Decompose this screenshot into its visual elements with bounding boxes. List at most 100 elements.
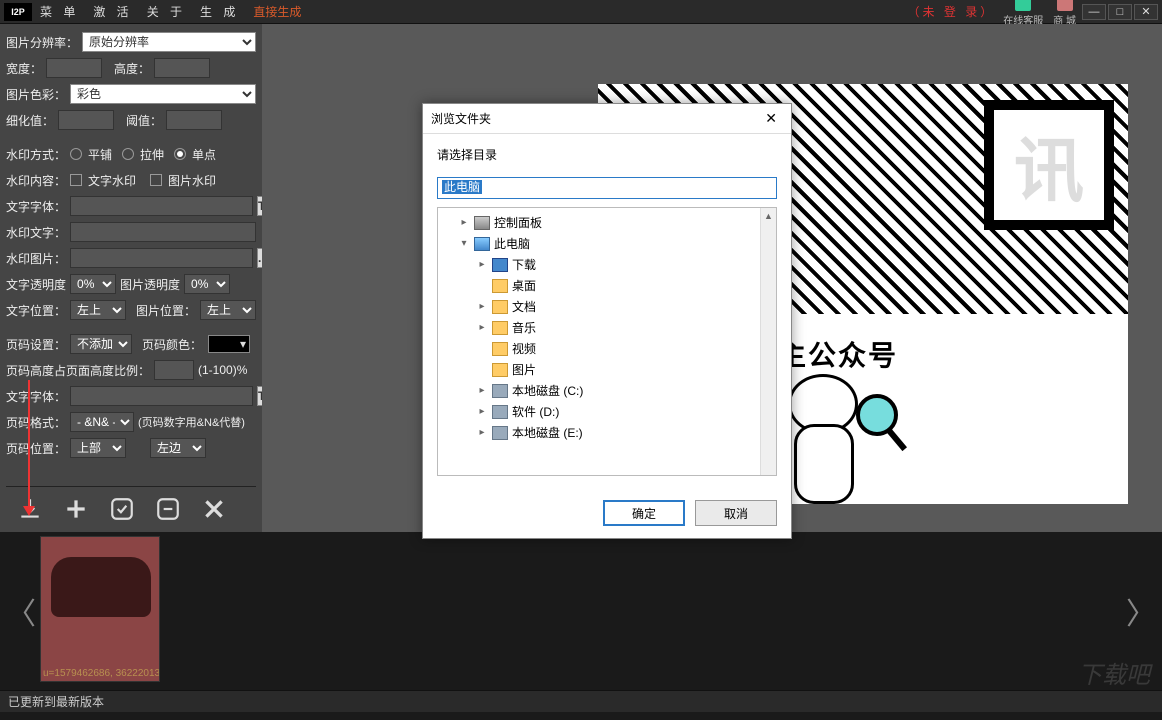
width-label: 宽度： (6, 60, 42, 77)
deselect-button[interactable] (154, 495, 182, 523)
thumbnail-bar: 〈 u=1579462686, 36222013 〉 (0, 532, 1162, 690)
close-button[interactable]: ✕ (1134, 4, 1158, 20)
add-button[interactable] (62, 495, 90, 523)
ok-button[interactable]: 确定 (603, 500, 685, 526)
tree-node[interactable]: ▸控制面板 (440, 212, 774, 233)
folder-icon (492, 300, 508, 314)
folder-tree: ▲ ▸控制面板▾此电脑 ▸ 下载桌面 ▸ 文档 ▸音乐视频图片 ▸ 本地磁盘 (C:) ▸软件 … (437, 207, 777, 476)
folder-icon (492, 405, 508, 419)
annotation-arrow (28, 380, 30, 510)
maximize-button[interactable]: □ (1108, 4, 1132, 20)
pg-font-label: 文字字体： (6, 388, 66, 405)
prev-arrow-icon[interactable]: 〈 (8, 571, 34, 651)
pg-font-input[interactable] (70, 386, 253, 406)
follow-text: 主公众号 (778, 334, 1108, 374)
menu-item[interactable]: 菜 单 (40, 3, 79, 20)
store-icon[interactable]: 商 城 (1053, 0, 1076, 27)
expand-icon[interactable]: ▸ (476, 301, 488, 312)
scroll-up-icon[interactable]: ▲ (761, 208, 776, 224)
menu-item[interactable]: 激 活 (93, 3, 132, 20)
page-set-select[interactable]: 不添加 (70, 334, 132, 354)
menu-direct-generate[interactable]: 直接生成 (253, 3, 301, 20)
statusbar: 已更新到最新版本 (0, 690, 1162, 712)
tree-node[interactable]: ▸软件 (D:) (440, 401, 774, 422)
wm-single-radio[interactable] (174, 148, 186, 160)
delete-button[interactable] (200, 495, 228, 523)
expand-icon[interactable]: ▸ (476, 259, 488, 270)
wm-img-label: 水印图片： (6, 250, 66, 267)
txt-pos-select[interactable]: 左上 (70, 300, 126, 320)
menu-item[interactable]: 生 成 (200, 3, 239, 20)
wm-img-input[interactable] (70, 248, 253, 268)
expand-icon[interactable]: ▸ (476, 385, 488, 396)
wm-tile-radio[interactable] (70, 148, 82, 160)
cancel-button[interactable]: 取消 (695, 500, 777, 526)
wm-stretch-radio[interactable] (122, 148, 134, 160)
tree-node[interactable]: ▸ 文档 (440, 296, 774, 317)
folder-icon (474, 237, 490, 251)
select-all-button[interactable] (108, 495, 136, 523)
expand-icon[interactable]: ▾ (458, 238, 470, 249)
expand-icon[interactable]: ▸ (458, 217, 470, 228)
wm-image-check[interactable] (150, 174, 162, 186)
thumbnail-item[interactable]: u=1579462686, 36222013 (40, 536, 160, 682)
fine-label: 细化值： (6, 112, 54, 129)
tree-node[interactable]: 视频 (440, 338, 774, 359)
dialog-close-icon[interactable]: ✕ (759, 108, 783, 129)
tree-node-label: 本地磁盘 (C:) (512, 382, 583, 399)
thresh-input[interactable] (166, 110, 222, 130)
browse-folder-dialog: 浏览文件夹✕ 请选择目录 此电脑 ▲ ▸控制面板▾此电脑▸下载桌面▸文档▸音乐视… (422, 103, 792, 539)
folder-icon (492, 279, 508, 293)
wm-mode-label: 水印方式： (6, 146, 66, 163)
tree-node-label: 下载 (512, 256, 536, 273)
font-label: 文字字体： (6, 198, 66, 215)
tree-node[interactable]: 桌面 (440, 275, 774, 296)
tree-node[interactable]: ▸ 本地磁盘 (C:) (440, 380, 774, 401)
pg-pos-v-select[interactable]: 上部 (70, 438, 126, 458)
minimize-button[interactable]: — (1082, 4, 1106, 20)
folder-icon (492, 342, 508, 356)
tree-scrollbar[interactable]: ▲ (760, 208, 776, 475)
main-menu: 菜 单 激 活 关 于 生 成 直接生成 (40, 3, 908, 20)
sidebar-toolbar (6, 486, 256, 526)
menu-item[interactable]: 关 于 (147, 3, 186, 20)
expand-icon[interactable]: ▸ (476, 322, 488, 333)
tree-node[interactable]: 图片 (440, 359, 774, 380)
tree-node[interactable]: ▸音乐 (440, 317, 774, 338)
width-input[interactable] (46, 58, 102, 78)
height-input[interactable] (154, 58, 210, 78)
folder-path-input[interactable]: 此电脑 (437, 177, 777, 199)
resolution-label: 图片分辨率： (6, 34, 78, 51)
tree-node-label: 文档 (512, 298, 536, 315)
wm-text-check[interactable] (70, 174, 82, 186)
folder-icon (492, 258, 508, 272)
pg-fmt-select[interactable]: - &N& - (70, 412, 134, 432)
support-icon[interactable]: 在线客服 (1003, 0, 1043, 27)
img-pos-select[interactable]: 左上 (200, 300, 256, 320)
next-arrow-icon[interactable]: 〉 (1128, 571, 1154, 651)
wm-text-input[interactable] (70, 222, 256, 242)
tree-node[interactable]: ▸ 下载 (440, 254, 774, 275)
tree-node[interactable]: ▾此电脑 (440, 233, 774, 254)
folder-icon (474, 216, 490, 230)
login-status: （未 登 录） (908, 3, 996, 20)
txt-opacity-select[interactable]: 0% (70, 274, 116, 294)
tree-node[interactable]: ▸ 本地磁盘 (E:) (440, 422, 774, 443)
txt-pos-label: 文字位置： (6, 302, 66, 319)
font-input[interactable] (70, 196, 253, 216)
page-set-label: 页码设置： (6, 336, 66, 353)
expand-icon[interactable]: ▸ (476, 427, 488, 438)
colormode-select[interactable]: 彩色 (70, 84, 256, 104)
ratio-input[interactable] (154, 360, 194, 380)
resolution-select[interactable]: 原始分辨率 (82, 32, 256, 52)
folder-icon (492, 384, 508, 398)
folder-icon (492, 321, 508, 335)
tree-node-label: 本地磁盘 (E:) (512, 424, 583, 441)
pg-pos-h-select[interactable]: 左边 (150, 438, 206, 458)
expand-icon[interactable]: ▸ (476, 406, 488, 417)
fine-input[interactable] (58, 110, 114, 130)
img-opacity-select[interactable]: 0% (184, 274, 230, 294)
logo-char: 讯 (984, 100, 1114, 230)
page-color-label: 页码颜色： (142, 336, 202, 353)
settings-panel: 图片分辨率：原始分辨率 宽度：高度： 图片色彩：彩色 细化值：阈值： 水印方式：… (0, 24, 262, 532)
